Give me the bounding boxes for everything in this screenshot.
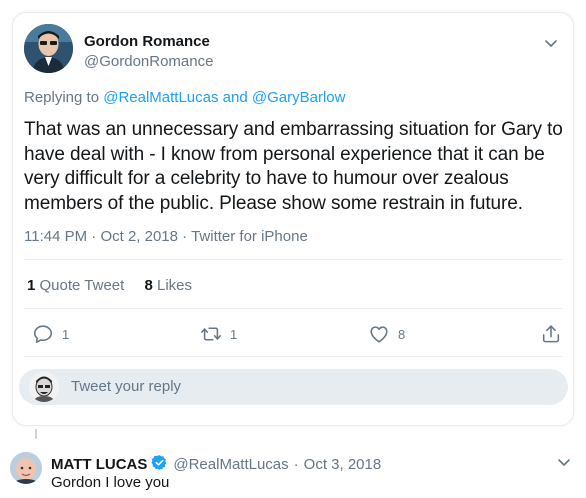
current-user-avatar: [29, 372, 59, 402]
reply-tweet-text: Gordon I love you: [51, 474, 170, 491]
replying-and[interactable]: and: [223, 89, 248, 106]
reply-count: 1: [62, 326, 70, 342]
quote-tweets-stat[interactable]: 1 Quote Tweet: [27, 277, 124, 294]
mention-link-realmattlucas[interactable]: @RealMattLucas: [103, 89, 218, 106]
replying-to-line: Replying to @RealMattLucas and @GaryBarl…: [24, 89, 345, 106]
reply-input[interactable]: Tweet your reply: [19, 369, 568, 405]
reply-icon: [32, 323, 54, 345]
tweet-meta: 11:44 PM · Oct 2, 2018 · Twitter for iPh…: [24, 228, 308, 245]
like-count: 8: [398, 326, 406, 342]
quote-tweets-count: 1: [27, 277, 36, 294]
retweet-icon: [200, 323, 222, 345]
divider: [24, 356, 562, 357]
chevron-down-icon[interactable]: [554, 452, 574, 472]
reply-tweet-header: MATT LUCAS @RealMattLucas · Oct 3, 2018: [51, 454, 381, 475]
reply-meta-separator: ·: [293, 456, 299, 473]
like-button[interactable]: 8: [368, 323, 405, 345]
reply-author-avatar[interactable]: [10, 452, 42, 484]
tweet-actions: 1 1 8: [24, 323, 562, 347]
main-tweet-card: Gordon Romance @GordonRomance Replying t…: [12, 12, 574, 426]
reply-button[interactable]: 1: [32, 323, 69, 345]
share-button[interactable]: [540, 323, 562, 345]
divider: [24, 259, 562, 260]
quote-tweets-label: Quote Tweet: [39, 277, 125, 294]
author-handle[interactable]: @GordonRomance: [84, 53, 213, 70]
tweet-stats: 1 Quote Tweet 8 Likes: [27, 277, 208, 294]
likes-label: Likes: [156, 277, 193, 294]
share-icon: [540, 323, 562, 345]
chevron-down-icon[interactable]: [541, 33, 561, 53]
likes-count: 8: [144, 277, 153, 294]
meta-separator-2: ·: [182, 228, 188, 245]
reply-author-name[interactable]: MATT LUCAS: [51, 456, 147, 473]
reply-tweet-date[interactable]: Oct 3, 2018: [304, 456, 382, 473]
tweet-date[interactable]: Oct 2, 2018: [100, 228, 178, 245]
heart-icon: [368, 323, 390, 345]
tweet-source[interactable]: Twitter for iPhone: [191, 228, 308, 245]
meta-separator-1: ·: [91, 228, 97, 245]
replying-to-label: Replying to: [24, 89, 100, 106]
verified-badge-icon: [151, 454, 168, 475]
reply-author-handle[interactable]: @RealMattLucas: [173, 456, 288, 473]
tweet-time[interactable]: 11:44 PM: [24, 228, 87, 245]
author-name[interactable]: Gordon Romance: [84, 33, 210, 50]
likes-stat[interactable]: 8 Likes: [144, 277, 192, 294]
tweet-text: That was an unnecessary and embarrassing…: [24, 119, 563, 214]
reply-input-placeholder: Tweet your reply: [71, 378, 182, 395]
divider: [24, 308, 562, 309]
author-avatar[interactable]: [24, 24, 73, 73]
retweet-button[interactable]: 1: [200, 323, 237, 345]
retweet-count: 1: [230, 326, 238, 342]
mention-link-garybarlow[interactable]: @GaryBarlow: [252, 89, 346, 106]
thread-line: [35, 429, 37, 439]
